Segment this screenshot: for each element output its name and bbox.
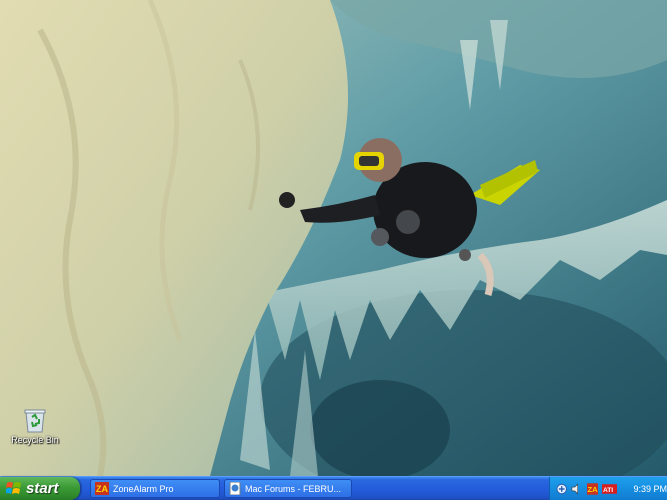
- windows-logo-icon: [6, 482, 21, 494]
- start-label: start: [26, 480, 59, 497]
- taskbar-button-label: ZoneAlarm Pro: [113, 483, 174, 494]
- taskbar-button-mac-forums[interactable]: Mac Forums - FEBRU...: [224, 479, 352, 498]
- network-icon[interactable]: [556, 483, 567, 495]
- start-button[interactable]: start: [0, 477, 80, 500]
- zonealarm-icon: ZA: [95, 482, 109, 495]
- svg-text:ZA: ZA: [96, 484, 108, 494]
- speaker-icon[interactable]: [571, 483, 582, 495]
- svg-text:ATI: ATI: [603, 486, 613, 493]
- taskbar-button-zonealarm[interactable]: ZA ZoneAlarm Pro: [90, 479, 220, 498]
- svg-text:ZA: ZA: [587, 484, 598, 493]
- recycle-bin-icon: [24, 409, 46, 433]
- desktop-icon-recycle-bin[interactable]: Recycle Bin: [4, 406, 66, 445]
- wallpaper-cave-diver: [0, 0, 667, 476]
- recycle-bin-label: Recycle Bin: [11, 435, 59, 445]
- taskbar-button-label: Mac Forums - FEBRU...: [245, 483, 342, 494]
- browser-page-icon: [229, 482, 241, 495]
- zonealarm-tray-icon[interactable]: ZA: [586, 482, 599, 495]
- ati-icon[interactable]: ATI: [602, 483, 618, 494]
- clock[interactable]: 9:39 PM: [633, 484, 667, 494]
- desktop[interactable]: Recycle Bin: [0, 0, 667, 476]
- system-tray: ZA ATI 9:39 PM: [549, 477, 667, 500]
- taskbar: start ZA ZoneAlarm Pro Mac Forums - FEBR…: [0, 476, 667, 500]
